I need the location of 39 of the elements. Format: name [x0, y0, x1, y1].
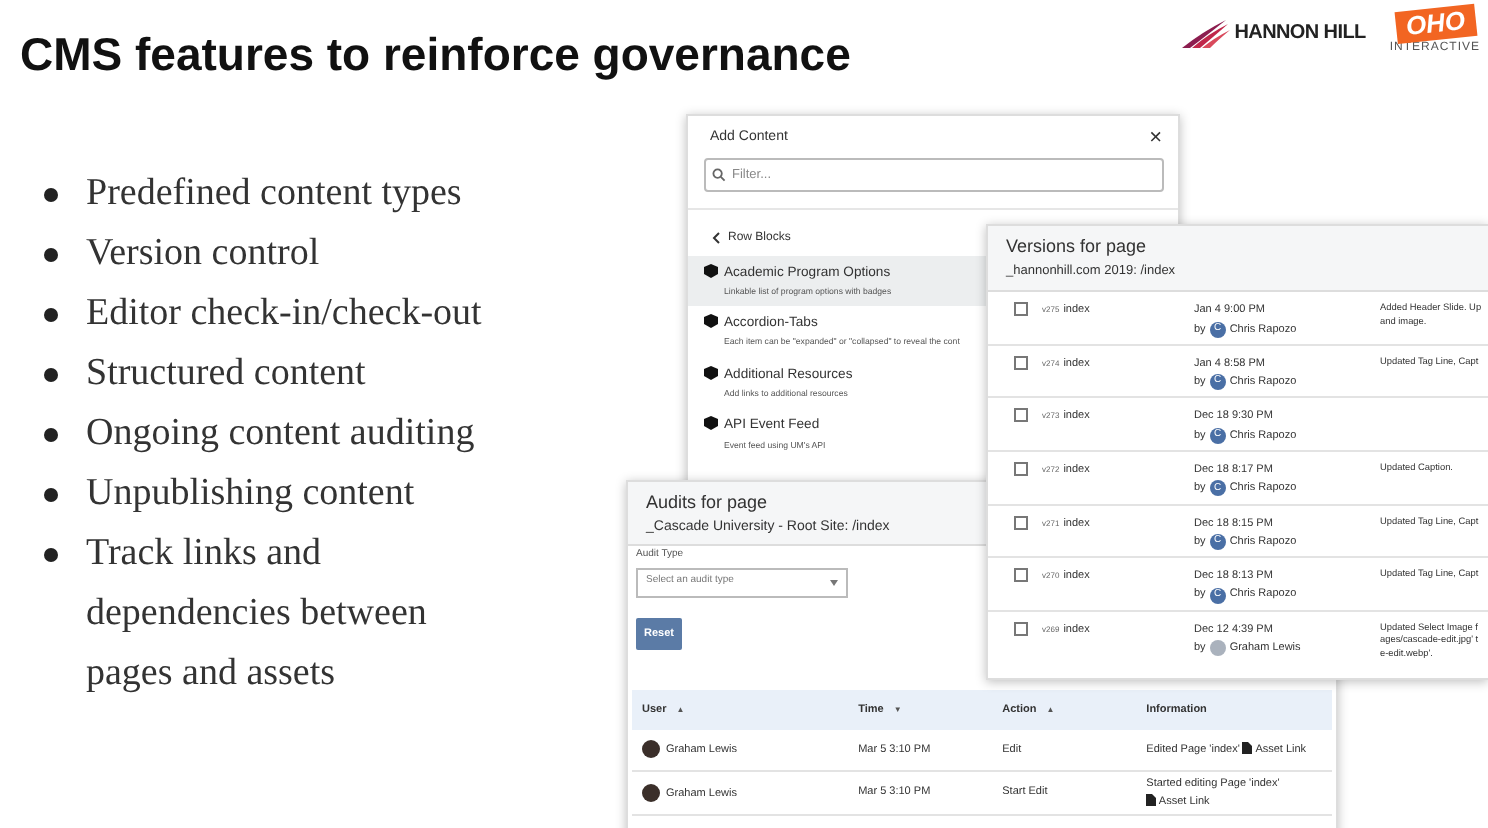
- bullet-text: Structured content: [86, 350, 366, 398]
- bullet-dot-icon: [44, 548, 58, 562]
- avatar-icon: [642, 783, 660, 802]
- logo-text: HANNON HILL: [1234, 20, 1366, 48]
- document-icon: [1146, 794, 1157, 807]
- bullet-text: Track links and dependencies between pages and assets: [86, 530, 427, 698]
- oho-logo: OHO: [1393, 3, 1476, 45]
- bullet-dot-icon: [44, 428, 58, 442]
- bullet-text: Ongoing content auditing: [86, 410, 475, 458]
- checkbox[interactable]: [1014, 568, 1028, 583]
- bullet-text: Unpublishing content: [86, 470, 415, 518]
- panel-title: Versions for page: [1006, 234, 1149, 260]
- checkbox[interactable]: [1014, 302, 1028, 317]
- bullet-dot-icon: [44, 488, 58, 502]
- close-button[interactable]: ×: [1149, 128, 1162, 149]
- checkbox[interactable]: [1014, 462, 1028, 477]
- bullet-text: Predefined content types: [86, 170, 462, 218]
- chevron-left-icon: [712, 232, 720, 244]
- block-icon: [704, 263, 718, 277]
- avatar-icon: [1209, 640, 1226, 657]
- checkbox[interactable]: [1014, 515, 1028, 530]
- avatar-icon: [642, 740, 660, 759]
- bullet-dot-icon: [44, 188, 58, 202]
- checkbox[interactable]: [1014, 355, 1028, 370]
- caret-icon: [830, 579, 838, 585]
- block-icon: [704, 416, 718, 431]
- bullet-text: Editor check-in/check-out: [86, 290, 482, 338]
- checkbox[interactable]: [1014, 621, 1028, 636]
- slide-title: CMS features to reinforce governance: [20, 28, 851, 84]
- bullet-text: Version control: [86, 230, 320, 278]
- panel-title: Audits for page: [646, 490, 768, 516]
- bullet-dot-icon: [44, 308, 58, 322]
- bullet-dot-icon: [44, 368, 58, 382]
- block-icon: [704, 365, 718, 380]
- bullet-dot-icon: [44, 248, 58, 262]
- checkbox[interactable]: [1014, 408, 1028, 423]
- document-icon: [1242, 742, 1253, 755]
- swoosh-logo-icon: [1182, 19, 1231, 47]
- block-icon: [704, 314, 718, 329]
